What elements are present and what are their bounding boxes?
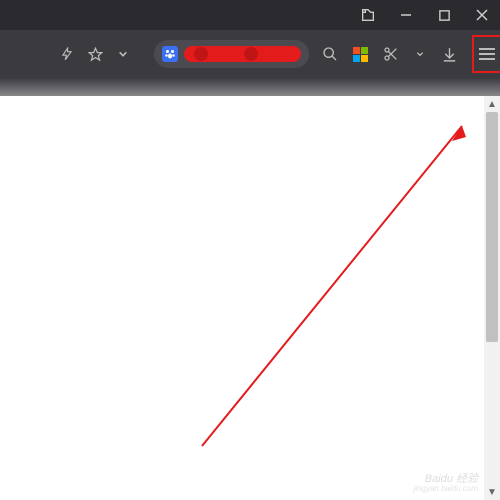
favorite-icon[interactable] <box>84 43 106 65</box>
site-favicon <box>162 46 178 62</box>
download-icon[interactable] <box>438 43 460 65</box>
watermark-sub: jingyan.baidu.com <box>414 485 478 494</box>
url-bar[interactable] <box>154 40 309 68</box>
minimize-button[interactable] <box>394 3 418 27</box>
window-titlebar <box>0 0 500 30</box>
vertical-scrollbar[interactable]: ▲ ▼ <box>484 96 500 500</box>
appearance-icon[interactable] <box>356 3 380 27</box>
scroll-thumb[interactable] <box>486 112 498 342</box>
browser-toolbar <box>0 30 500 78</box>
menu-button-highlight <box>472 35 500 73</box>
flash-icon[interactable] <box>56 43 78 65</box>
search-icon[interactable] <box>319 43 341 65</box>
scroll-up-arrow[interactable]: ▲ <box>484 96 500 112</box>
close-button[interactable] <box>470 3 494 27</box>
chevron-down-icon[interactable] <box>112 43 134 65</box>
scissors-icon[interactable] <box>380 43 402 65</box>
page-content: ▲ ▼ Baidu 经验 jingyan.baidu.com <box>0 96 500 500</box>
url-redacted-mask <box>184 46 301 62</box>
maximize-button[interactable] <box>432 3 456 27</box>
watermark: Baidu 经验 jingyan.baidu.com <box>414 473 478 494</box>
annotation-arrow <box>0 96 500 500</box>
chevron-down-icon[interactable] <box>414 43 426 65</box>
scroll-down-arrow[interactable]: ▼ <box>484 484 500 500</box>
microsoft-colors-icon[interactable] <box>353 47 368 62</box>
hamburger-menu-icon[interactable] <box>476 43 498 65</box>
toolbar-shadow <box>0 78 500 96</box>
